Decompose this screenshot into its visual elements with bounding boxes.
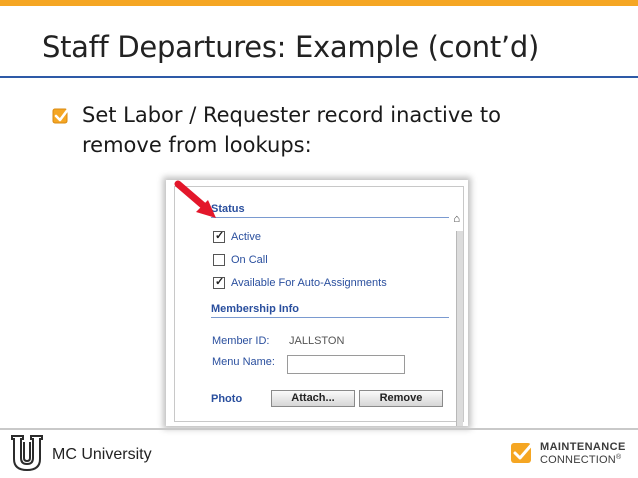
- active-checkbox[interactable]: ✓: [213, 230, 225, 243]
- member-id-value: JALLSTON: [289, 335, 345, 347]
- slide-title: Staff Departures: Example (cont’d): [42, 30, 539, 64]
- maintenance-connection-logo: [511, 441, 535, 463]
- footer-divider: [0, 428, 638, 430]
- status-divider: [211, 217, 449, 218]
- photo-label: Photo: [211, 393, 243, 405]
- checkmark-icon: ✓: [215, 230, 225, 242]
- university-logo: [11, 435, 43, 472]
- top-accent-bar: [0, 0, 638, 6]
- brand-line-2: CONNECTION®: [540, 454, 621, 466]
- on-call-label: On Call: [231, 254, 268, 266]
- active-label: Active: [231, 231, 261, 243]
- brand-line-1: MAINTENANCE: [540, 441, 626, 453]
- scrollbar[interactable]: [456, 231, 463, 426]
- member-id-label: Member ID:: [212, 335, 270, 347]
- auto-assign-label: Available For Auto-Assignments: [231, 277, 387, 289]
- red-arrow-icon: [174, 180, 216, 218]
- footer-label: MC University: [52, 446, 152, 463]
- auto-assign-checkbox[interactable]: ✓: [213, 276, 225, 289]
- title-divider: [0, 76, 638, 78]
- brand-line-2-text: CONNECTION: [540, 454, 616, 466]
- menu-name-input[interactable]: [287, 355, 405, 374]
- membership-divider: [211, 317, 449, 318]
- remove-button[interactable]: Remove: [359, 390, 443, 407]
- membership-header: Membership Info: [211, 303, 300, 315]
- checkmark-icon: ✓: [215, 276, 225, 288]
- attach-button[interactable]: Attach...: [271, 390, 355, 407]
- checkbox-checked-icon: [52, 106, 70, 124]
- bullet-text: Set Labor / Requester record inactive to…: [82, 103, 501, 157]
- caret-icon: ⌂: [453, 213, 460, 225]
- menu-name-label: Menu Name:: [212, 356, 275, 368]
- registered-mark: ®: [615, 454, 622, 461]
- on-call-checkbox[interactable]: [213, 254, 225, 266]
